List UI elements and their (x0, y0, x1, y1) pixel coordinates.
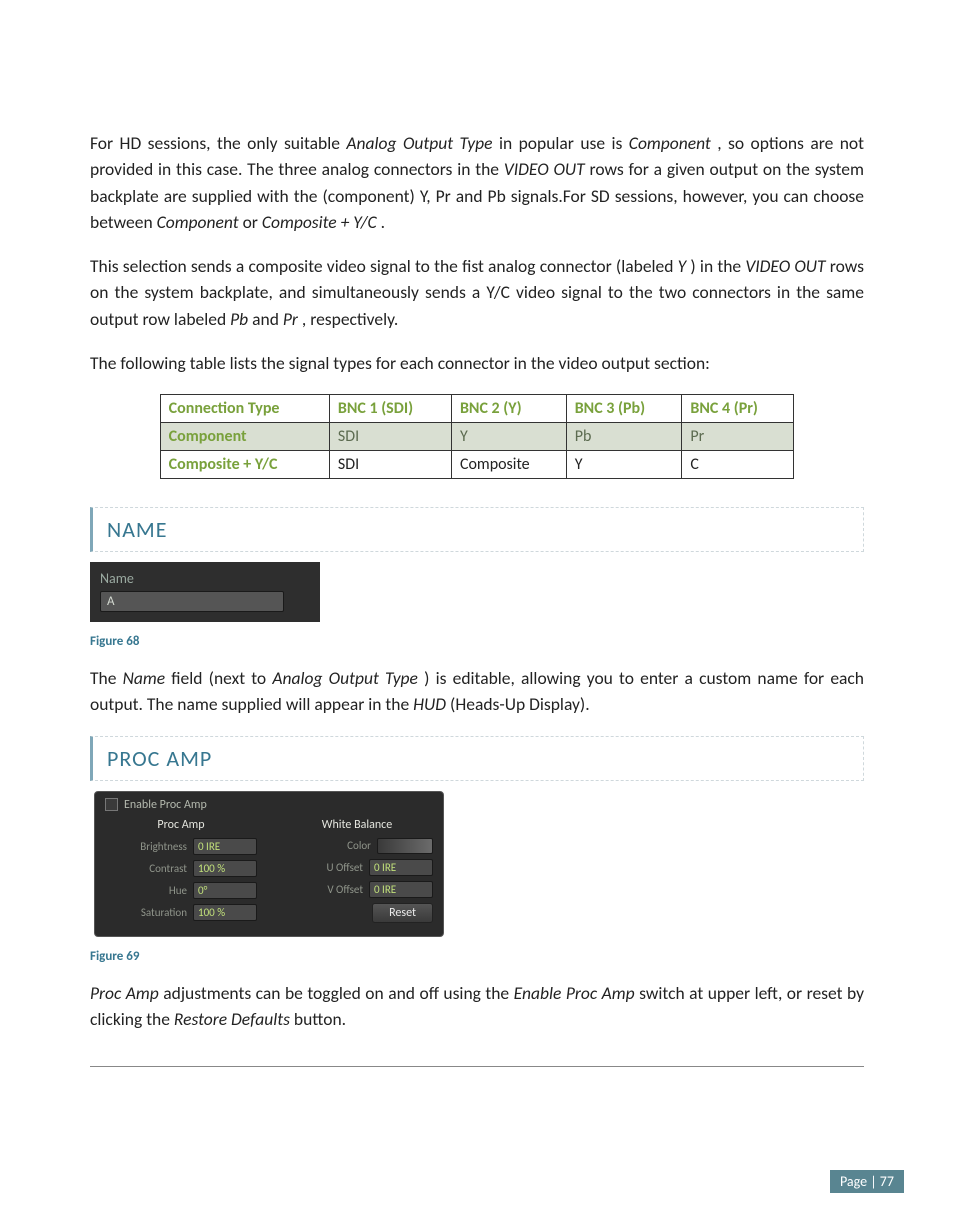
text-italic: Pb (230, 308, 248, 330)
contrast-value[interactable]: 100 % (193, 860, 257, 877)
text-italic: Analog Output Type (272, 667, 418, 689)
th-connection-type: Connection Type (160, 395, 329, 423)
text-italic: Proc Amp (90, 982, 159, 1004)
footer-divider (90, 1066, 864, 1067)
name-field-widget: Name A (90, 562, 320, 622)
procamp-col-head: Proc Amp (105, 818, 257, 832)
text: ) in the (690, 255, 745, 277)
cell: Composite (451, 451, 566, 479)
row-name: Component (160, 423, 329, 451)
text: The (90, 667, 123, 689)
text: field (next to (171, 667, 272, 689)
text-italic: Y (678, 255, 687, 277)
procamp-panel: Enable Proc Amp Proc Amp Brightness 0 IR… (94, 791, 444, 937)
text-italic: Composite + Y/C (262, 211, 377, 233)
cell: Pb (566, 423, 682, 451)
text-italic: Component (629, 132, 711, 154)
cell: Y (566, 451, 682, 479)
text: , respectively. (302, 308, 398, 330)
reset-button[interactable]: Reset (372, 903, 433, 923)
text: For HD sessions, the only suitable (90, 132, 346, 154)
hue-value[interactable]: 0° (193, 882, 257, 899)
text-italic: Pr (283, 308, 298, 330)
hue-row: Hue 0° (105, 882, 257, 899)
name-field-label: Name (100, 570, 312, 587)
paragraph-name-field: The Name field (next to Analog Output Ty… (90, 665, 864, 718)
white-balance-head: White Balance (281, 818, 433, 832)
procamp-right-column: White Balance Color U Offset 0 IRE V Off… (281, 818, 433, 926)
paragraph-hd-sessions: For HD sessions, the only suitable Analo… (90, 130, 864, 235)
section-title: PROC AMP (107, 745, 212, 772)
cell: Y (451, 423, 566, 451)
th-bnc4: BNC 4 (Pr) (682, 395, 794, 423)
text: in popular use is (499, 132, 629, 154)
contrast-row: Contrast 100 % (105, 860, 257, 877)
enable-procamp-row: Enable Proc Amp (105, 798, 433, 812)
reset-row: Reset (281, 903, 433, 923)
text-italic: Analog Output Type (346, 132, 492, 154)
procamp-columns: Proc Amp Brightness 0 IRE Contrast 100 %… (105, 818, 433, 926)
procamp-left-column: Proc Amp Brightness 0 IRE Contrast 100 %… (105, 818, 257, 926)
text-italic: Enable Proc Amp (514, 982, 635, 1004)
paragraph-table-intro: The following table lists the signal typ… (90, 350, 864, 376)
color-swatch[interactable] (377, 838, 433, 854)
enable-procamp-checkbox[interactable] (105, 798, 118, 811)
text-italic: VIDEO OUT (504, 158, 585, 180)
color-label: Color (301, 839, 371, 852)
table-header-row: Connection Type BNC 1 (SDI) BNC 2 (Y) BN… (160, 395, 794, 423)
th-bnc2: BNC 2 (Y) (451, 395, 566, 423)
uoffset-label: U Offset (293, 861, 363, 874)
hue-label: Hue (117, 884, 187, 897)
section-heading-procamp: PROC AMP (90, 736, 864, 781)
text-italic: Component (157, 211, 239, 233)
text-italic: HUD (413, 693, 446, 715)
paragraph-composite-selection: This selection sends a composite video s… (90, 253, 864, 332)
cell: SDI (329, 451, 451, 479)
voffset-label: V Offset (293, 883, 363, 896)
section-heading-name: NAME (90, 507, 864, 552)
uoffset-value[interactable]: 0 IRE (369, 859, 433, 876)
saturation-label: Saturation (117, 906, 187, 919)
saturation-row: Saturation 100 % (105, 904, 257, 921)
brightness-row: Brightness 0 IRE (105, 838, 257, 855)
enable-procamp-label: Enable Proc Amp (124, 798, 207, 812)
section-title: NAME (107, 516, 167, 543)
paragraph-procamp: Proc Amp adjustments can be toggled on a… (90, 980, 864, 1033)
voffset-value[interactable]: 0 IRE (369, 881, 433, 898)
name-input[interactable]: A (100, 591, 284, 612)
th-bnc3: BNC 3 (Pb) (566, 395, 682, 423)
brightness-label: Brightness (117, 840, 187, 853)
text: or (243, 211, 262, 233)
table-row: Component SDI Y Pb Pr (160, 423, 794, 451)
text-italic: Restore Defaults (174, 1008, 290, 1030)
text: and (252, 308, 283, 330)
figure-caption-68: Figure 68 (90, 634, 864, 649)
text: This selection sends a composite video s… (90, 255, 678, 277)
text: . (381, 211, 385, 233)
brightness-value[interactable]: 0 IRE (193, 838, 257, 855)
figure-caption-69: Figure 69 (90, 949, 864, 964)
contrast-label: Contrast (117, 862, 187, 875)
color-row: Color (281, 838, 433, 854)
saturation-value[interactable]: 100 % (193, 904, 257, 921)
text: button. (294, 1008, 346, 1030)
text: adjustments can be toggled on and off us… (163, 982, 513, 1004)
text: (Heads-Up Display). (450, 693, 590, 715)
cell: SDI (329, 423, 451, 451)
table-row: Composite + Y/C SDI Composite Y C (160, 451, 794, 479)
text-italic: Name (123, 667, 165, 689)
row-name: Composite + Y/C (160, 451, 329, 479)
voffset-row: V Offset 0 IRE (281, 881, 433, 898)
uoffset-row: U Offset 0 IRE (281, 859, 433, 876)
text-italic: VIDEO OUT (745, 255, 825, 277)
cell: C (682, 451, 794, 479)
th-bnc1: BNC 1 (SDI) (329, 395, 451, 423)
page-number: Page | 77 (830, 1170, 904, 1193)
document-page: For HD sessions, the only suitable Analo… (0, 0, 954, 1227)
cell: Pr (682, 423, 794, 451)
signal-type-table: Connection Type BNC 1 (SDI) BNC 2 (Y) BN… (160, 394, 795, 479)
